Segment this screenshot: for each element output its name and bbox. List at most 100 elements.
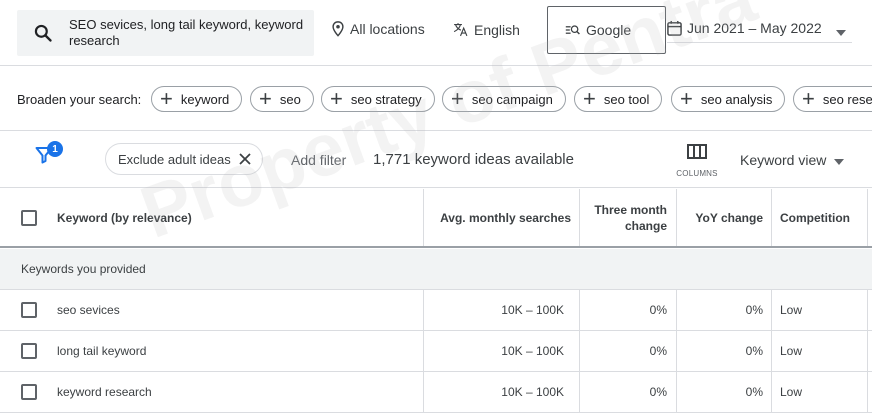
column-divider bbox=[423, 290, 424, 330]
plus-icon: + bbox=[451, 86, 464, 111]
column-divider bbox=[579, 372, 580, 412]
column-divider bbox=[579, 290, 580, 330]
broaden-search-bar: Broaden your search: + keyword + seo + seo … bbox=[0, 67, 872, 131]
search-network-selector[interactable]: Google bbox=[547, 6, 666, 54]
filter-bar: 1 Exclude adult ideas Add filter 1,771 k… bbox=[0, 132, 872, 188]
chip-label: seo rese bbox=[822, 91, 872, 107]
plus-icon: + bbox=[680, 86, 693, 111]
chip-label: seo tool bbox=[603, 91, 650, 107]
filter-count-badge: 1 bbox=[47, 141, 63, 157]
date-range-selector[interactable]: Jun 2021 – May 2022 bbox=[667, 14, 852, 43]
column-header-yoy-change[interactable]: YoY change bbox=[678, 189, 763, 246]
column-divider bbox=[867, 372, 868, 412]
column-divider bbox=[676, 290, 677, 330]
location-pin-icon bbox=[331, 21, 345, 37]
broaden-chip-seo-strategy[interactable]: + seo strategy bbox=[321, 86, 435, 112]
column-header-competition[interactable]: Competition bbox=[780, 189, 850, 246]
translate-icon bbox=[452, 21, 469, 38]
broaden-chip-seo-campaign[interactable]: + seo campaign bbox=[442, 86, 566, 112]
searches-cell: 10K – 100K bbox=[501, 303, 564, 317]
chip-label: seo bbox=[279, 91, 301, 107]
columns-label: COLUMNS bbox=[676, 169, 718, 178]
three-month-cell: 0% bbox=[649, 385, 667, 399]
search-icon bbox=[17, 23, 69, 43]
three-month-cell: 0% bbox=[649, 344, 667, 358]
yoy-cell: 0% bbox=[745, 344, 763, 358]
group-row: Keywords you provided bbox=[0, 249, 872, 290]
searches-cell: 10K – 100K bbox=[501, 344, 564, 358]
keyword-view-selector[interactable]: Keyword view bbox=[740, 152, 845, 168]
plus-icon: + bbox=[583, 86, 596, 111]
table-row: seo sevices 10K – 100K 0% 0% Low bbox=[0, 290, 872, 331]
chip-label: seo analysis bbox=[700, 91, 773, 107]
column-divider bbox=[867, 290, 868, 330]
keyword-ideas-count: 1,771 keyword ideas available bbox=[373, 151, 574, 168]
plus-icon: + bbox=[160, 86, 173, 111]
column-divider bbox=[771, 372, 772, 412]
keyword-search-field[interactable]: SEO sevices, long tail keyword, keyword … bbox=[17, 10, 314, 56]
exclude-adult-ideas-chip[interactable]: Exclude adult ideas bbox=[105, 143, 263, 175]
yoy-cell: 0% bbox=[745, 303, 763, 317]
broaden-chip-seo-research[interactable]: + seo rese bbox=[793, 86, 872, 112]
calendar-icon bbox=[667, 20, 682, 36]
column-divider bbox=[676, 331, 677, 371]
column-divider bbox=[676, 189, 677, 246]
location-selector[interactable]: All locations bbox=[331, 21, 425, 37]
chevron-down-icon bbox=[834, 152, 845, 168]
table-row: keyword research 10K – 100K 0% 0% Low bbox=[0, 372, 872, 413]
column-divider bbox=[867, 189, 868, 246]
language-selector[interactable]: English bbox=[452, 21, 520, 38]
searches-cell: 10K – 100K bbox=[501, 385, 564, 399]
language-label: English bbox=[474, 21, 520, 38]
broaden-chip-seo-analysis[interactable]: + seo analysis bbox=[671, 86, 786, 112]
row-checkbox[interactable] bbox=[21, 343, 37, 359]
column-header-keyword[interactable]: Keyword (by relevance) bbox=[57, 189, 192, 246]
location-label: All locations bbox=[350, 21, 425, 37]
top-bar: SEO sevices, long tail keyword, keyword … bbox=[0, 0, 872, 66]
column-header-avg-monthly-searches[interactable]: Avg. monthly searches bbox=[424, 189, 571, 246]
keyword-view-label: Keyword view bbox=[740, 152, 827, 168]
column-divider bbox=[423, 372, 424, 412]
broaden-label: Broaden your search: bbox=[17, 92, 142, 107]
close-icon[interactable] bbox=[237, 151, 253, 170]
columns-icon bbox=[687, 144, 707, 163]
search-query-text: SEO sevices, long tail keyword, keyword … bbox=[69, 17, 304, 48]
keyword-cell: keyword research bbox=[57, 385, 152, 399]
column-divider bbox=[771, 290, 772, 330]
competition-cell: Low bbox=[780, 344, 803, 358]
plus-icon: + bbox=[330, 86, 343, 111]
broaden-chip-keyword[interactable]: + keyword bbox=[151, 86, 243, 112]
column-divider bbox=[771, 189, 772, 246]
column-divider bbox=[423, 331, 424, 371]
keyword-cell: seo sevices bbox=[57, 303, 120, 317]
chevron-down-icon bbox=[836, 23, 846, 39]
row-checkbox[interactable] bbox=[21, 384, 37, 400]
chip-label: seo strategy bbox=[350, 91, 422, 107]
network-search-icon bbox=[565, 23, 581, 37]
header-line: Three month bbox=[594, 202, 667, 217]
competition-cell: Low bbox=[780, 303, 803, 317]
keyword-cell: long tail keyword bbox=[57, 344, 147, 358]
three-month-cell: 0% bbox=[649, 303, 667, 317]
header-line: change bbox=[624, 218, 667, 233]
group-label: Keywords you provided bbox=[21, 262, 146, 276]
competition-cell: Low bbox=[780, 385, 803, 399]
column-divider bbox=[771, 331, 772, 371]
row-checkbox[interactable] bbox=[21, 302, 37, 318]
column-divider bbox=[676, 372, 677, 412]
broaden-chip-seo[interactable]: + seo bbox=[250, 86, 314, 112]
column-header-three-month-change[interactable]: Three month change bbox=[580, 189, 667, 246]
add-filter-button[interactable]: Add filter bbox=[291, 152, 346, 168]
column-divider bbox=[579, 189, 580, 246]
select-all-checkbox[interactable] bbox=[21, 210, 37, 226]
columns-button[interactable]: COLUMNS bbox=[676, 144, 718, 178]
chip-label: keyword bbox=[180, 91, 230, 107]
table-header: Keyword (by relevance) Avg. monthly sear… bbox=[0, 189, 872, 248]
network-label: Google bbox=[586, 22, 632, 38]
broaden-chip-seo-tool[interactable]: + seo tool bbox=[574, 86, 663, 112]
yoy-cell: 0% bbox=[745, 385, 763, 399]
column-divider bbox=[579, 331, 580, 371]
date-range-label: Jun 2021 – May 2022 bbox=[687, 20, 822, 36]
column-divider bbox=[423, 189, 424, 246]
chip-label: seo campaign bbox=[471, 91, 553, 107]
